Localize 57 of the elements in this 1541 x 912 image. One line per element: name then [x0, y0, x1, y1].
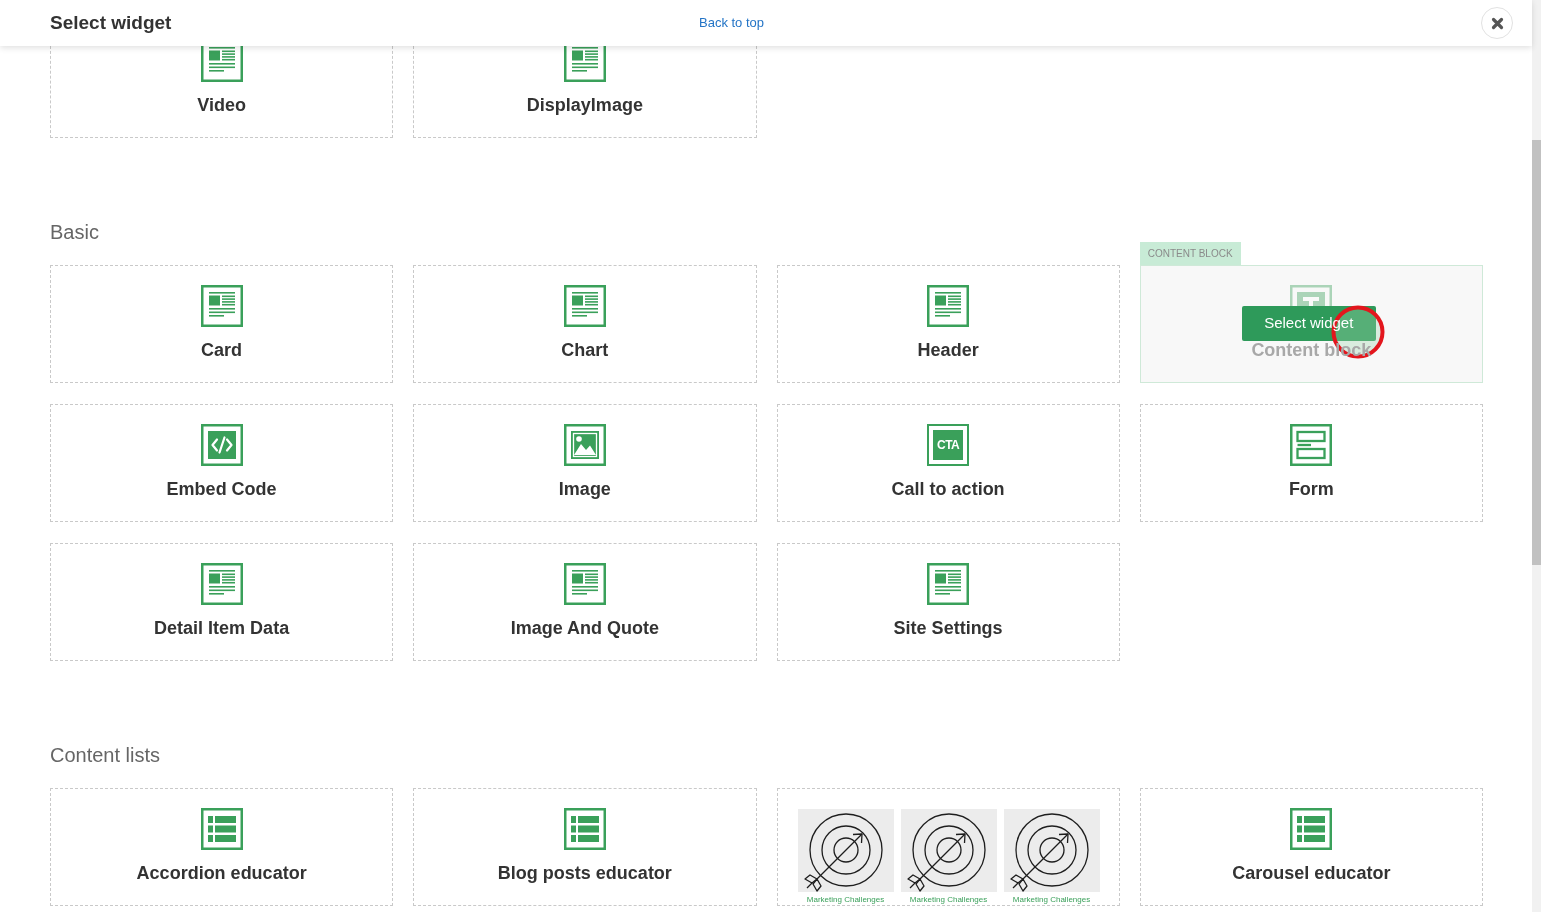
scrollbar-thumb[interactable] — [1532, 140, 1541, 565]
document-icon — [563, 46, 606, 82]
widget-tile[interactable]: Marketing Challenges Marketing Challenges Marketing Challenges — [776, 788, 1120, 906]
widget-tile[interactable]: Carousel educator — [1139, 788, 1483, 906]
tile-label: Site Settings — [893, 618, 1003, 638]
tile-label: Chart — [561, 340, 609, 360]
list-icon — [563, 808, 606, 850]
cta-icon: CTA — [927, 424, 970, 466]
widget-tile[interactable]: Header — [776, 265, 1120, 383]
widget-tile[interactable]: DisplayImage — [413, 46, 757, 138]
tile-label: Detail Item Data — [154, 618, 290, 638]
list-icon — [200, 808, 243, 850]
document-icon — [563, 285, 606, 327]
dialog-title: Select widget — [50, 10, 173, 35]
back-to-top-link[interactable]: Back to top — [699, 13, 765, 33]
widget-type-tag: CONTENT BLOCK — [1139, 242, 1241, 265]
form-icon — [1290, 424, 1333, 466]
tile-label: Image And Quote — [510, 618, 660, 638]
image-icon — [563, 424, 606, 466]
widget-tile[interactable]: Detail Item Data — [50, 543, 394, 661]
section-heading: Content lists — [50, 743, 162, 767]
list-icon — [1290, 808, 1333, 850]
card-caption: Marketing Challenges — [1012, 895, 1091, 905]
widget-tile[interactable]: Blog posts educator — [413, 788, 757, 906]
tile-label: Embed Code — [166, 479, 277, 499]
tile-label: Video — [197, 95, 246, 115]
widget-tile[interactable]: Image — [413, 404, 757, 522]
section-heading: Basic — [50, 220, 100, 244]
widget-tile[interactable]: Image And Quote — [413, 543, 757, 661]
widget-tile[interactable]: Embed Code — [50, 404, 394, 522]
document-icon — [200, 46, 243, 82]
tile-label: Carousel educator — [1232, 863, 1391, 883]
tile-label: Accordion educator — [136, 863, 307, 883]
document-icon — [563, 563, 606, 605]
document-icon — [200, 563, 243, 605]
tile-label: Image — [558, 479, 611, 499]
document-icon — [927, 563, 970, 605]
widget-tile[interactable]: Chart — [413, 265, 757, 383]
widget-tile[interactable]: Site Settings — [776, 543, 1120, 661]
tile-label: Card — [201, 340, 243, 360]
tile-label: Header — [917, 340, 979, 360]
widget-tile[interactable]: Video — [50, 46, 394, 138]
widget-tile[interactable]: Accordion educator — [50, 788, 394, 906]
card-caption: Marketing Challenges — [806, 895, 885, 905]
widget-tile[interactable]: Card — [50, 265, 394, 383]
close-icon — [1490, 16, 1504, 30]
close-button[interactable] — [1481, 7, 1513, 39]
tile-label: DisplayImage — [526, 95, 643, 115]
card-caption: Marketing Challenges — [909, 895, 988, 905]
tile-label: Form — [1288, 479, 1334, 499]
code-icon — [200, 424, 243, 466]
document-icon — [200, 285, 243, 327]
widget-tile[interactable]: Form — [1139, 404, 1483, 522]
document-icon — [927, 285, 970, 327]
widget-tile[interactable]: CTA Call to action — [776, 404, 1120, 522]
tile-label: Blog posts educator — [497, 863, 672, 883]
tile-label: Call to action — [891, 479, 1005, 499]
